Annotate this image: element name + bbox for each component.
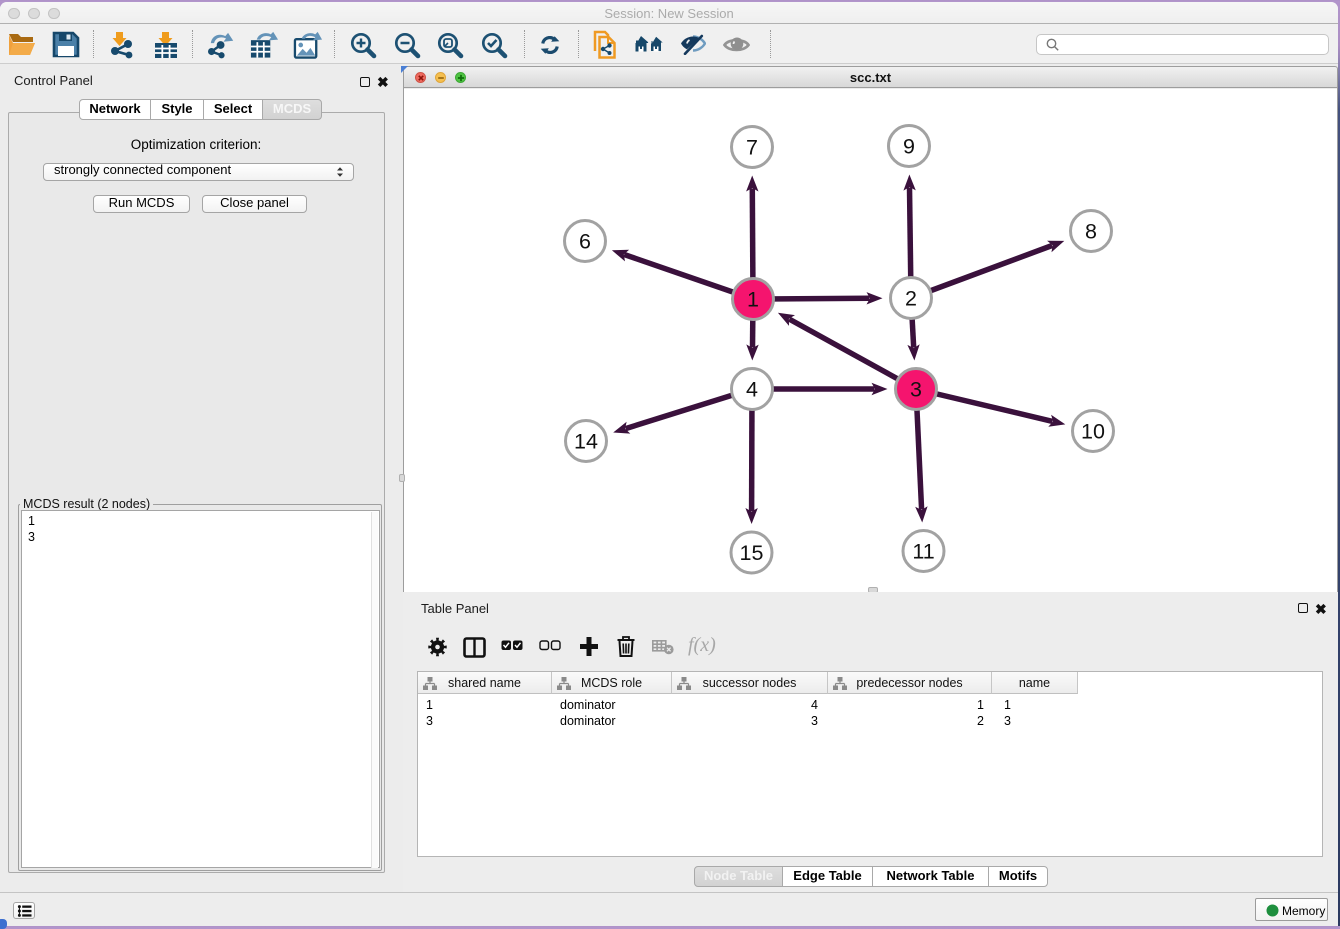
svg-text:10: 10 <box>1081 420 1105 444</box>
svg-text:7: 7 <box>746 136 758 160</box>
svg-text:11: 11 <box>912 540 934 564</box>
svg-text:15: 15 <box>740 541 764 565</box>
svg-text:6: 6 <box>579 230 591 254</box>
svg-text:8: 8 <box>1085 220 1097 244</box>
svg-text:4: 4 <box>746 378 758 402</box>
svg-text:1: 1 <box>747 288 759 312</box>
svg-text:3: 3 <box>910 378 922 402</box>
svg-text:14: 14 <box>574 430 598 454</box>
svg-text:2: 2 <box>905 287 917 311</box>
svg-text:9: 9 <box>903 135 915 159</box>
